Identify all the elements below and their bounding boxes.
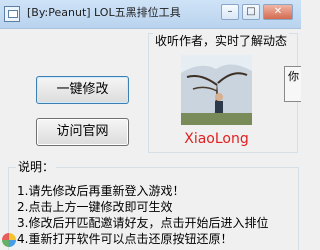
follow-author-label: 收听作者，实时了解动态: [153, 33, 290, 49]
visit-website-button[interactable]: 访问官网: [36, 118, 129, 146]
notes-label: 说明：: [16, 159, 57, 175]
note-item: 3.修改后开匹配邀请好友，点击开始后进入排位: [17, 216, 269, 230]
note-item: 1.请先修改后再重新登入游戏！: [17, 184, 185, 198]
note-item: 4.重新打开软件可以点击还原按钮还原！: [17, 232, 233, 246]
window-title: [By:Peanut] LOL五黑排位工具: [27, 6, 181, 19]
author-avatar[interactable]: [181, 55, 252, 125]
side-panel-tab[interactable]: 你: [284, 66, 301, 102]
note-item: 2.点击上方一键修改即可生效: [17, 200, 173, 214]
close-button[interactable]: ✕: [263, 4, 293, 20]
minimize-button[interactable]: –: [221, 4, 239, 20]
author-name-link[interactable]: XiaoLong: [181, 131, 252, 147]
title-bar[interactable]: [By:Peanut] LOL五黑排位工具 – □ ✕: [0, 0, 301, 29]
one-click-modify-button[interactable]: 一键修改: [36, 76, 129, 104]
loading-icon: [2, 233, 16, 247]
avatar-photo-icon: [181, 55, 252, 125]
app-icon: [4, 6, 20, 22]
maximize-button[interactable]: □: [242, 4, 260, 20]
